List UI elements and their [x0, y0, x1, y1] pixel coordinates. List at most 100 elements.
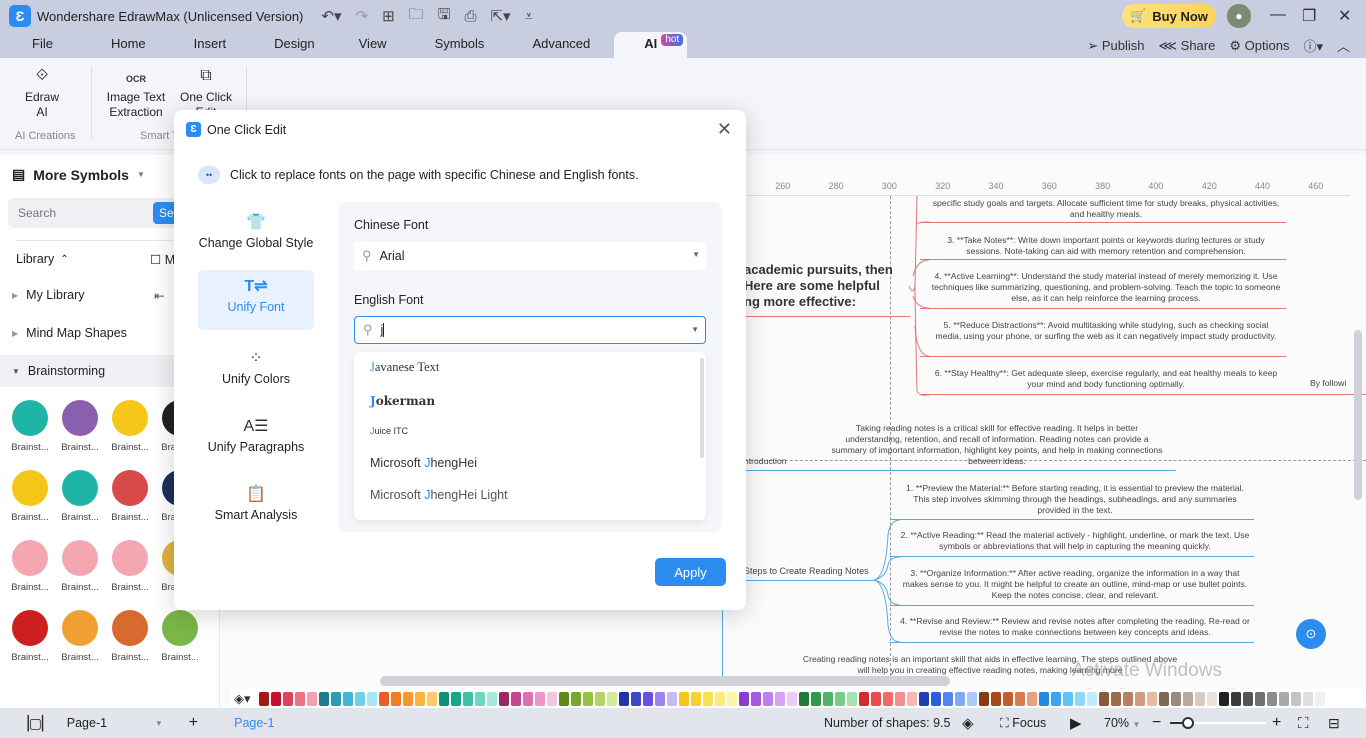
- color-swatch[interactable]: [1050, 692, 1061, 706]
- menu-advanced[interactable]: Advanced: [530, 32, 592, 58]
- zoom-in-button[interactable]: +: [1272, 714, 1281, 732]
- color-swatch[interactable]: [438, 692, 449, 706]
- color-swatch[interactable]: [1110, 692, 1121, 706]
- color-swatch[interactable]: [942, 692, 953, 706]
- color-swatch[interactable]: [834, 692, 845, 706]
- color-swatch[interactable]: [1170, 692, 1181, 706]
- symbol-search-input[interactable]: [8, 198, 148, 228]
- fit-width-icon[interactable]: ⊟: [1328, 715, 1340, 732]
- zoom-select[interactable]: 70% ▼: [1104, 716, 1140, 730]
- page-panel-toggle-icon[interactable]: ▕▢▏: [18, 715, 53, 732]
- color-swatch[interactable]: [774, 692, 785, 706]
- symbol-item[interactable]: Brainst...: [5, 470, 55, 523]
- color-swatch[interactable]: [546, 692, 557, 706]
- color-swatch[interactable]: [1182, 692, 1193, 706]
- menu-design[interactable]: Design: [272, 32, 316, 58]
- color-swatch[interactable]: [1206, 692, 1217, 706]
- color-swatch[interactable]: [474, 692, 485, 706]
- color-swatch[interactable]: [258, 692, 269, 706]
- color-swatch[interactable]: [1278, 692, 1289, 706]
- color-swatch[interactable]: [498, 692, 509, 706]
- color-swatch[interactable]: [390, 692, 401, 706]
- steps-label-node[interactable]: Steps to Create Reading Notes: [744, 566, 869, 577]
- color-swatch[interactable]: [426, 692, 437, 706]
- menu-view[interactable]: View: [357, 32, 389, 58]
- mindmap-node-partial[interactable]: By followi: [1310, 378, 1346, 389]
- font-option[interactable]: Javanese Text: [370, 360, 439, 375]
- mindmap-node[interactable]: 1. **Preview the Material:** Before star…: [900, 483, 1250, 516]
- color-swatch[interactable]: [282, 692, 293, 706]
- nav-unify-font[interactable]: T⇌ Unify Font: [198, 270, 314, 330]
- color-swatch[interactable]: [714, 692, 725, 706]
- mindmap-node[interactable]: 4. **Active Learning**: Understand the s…: [930, 271, 1282, 304]
- font-option[interactable]: Microsoft JhengHei Light: [370, 488, 508, 502]
- help-icon[interactable]: ⓘ▾: [1303, 36, 1323, 55]
- new-icon[interactable]: ⊞: [382, 7, 395, 25]
- font-option[interactable]: Jokerman: [370, 394, 435, 408]
- color-swatch[interactable]: [558, 692, 569, 706]
- central-topic[interactable]: academic pursuits, then Here are some hel…: [744, 262, 894, 310]
- page-tab[interactable]: Page-1: [234, 716, 274, 730]
- mindmap-node[interactable]: specific study goals and targets. Alloca…: [930, 198, 1282, 220]
- color-swatch[interactable]: [1242, 692, 1253, 706]
- color-swatch[interactable]: [786, 692, 797, 706]
- mindmap-node[interactable]: 4. **Revise and Review:** Review and rev…: [900, 616, 1250, 638]
- color-swatch[interactable]: [582, 692, 593, 706]
- mindmap-node[interactable]: 3. **Organize Information:** After activ…: [900, 568, 1250, 601]
- color-swatch[interactable]: [1302, 692, 1313, 706]
- color-swatch[interactable]: [534, 692, 545, 706]
- color-swatch[interactable]: [930, 692, 941, 706]
- menu-symbols[interactable]: Symbols: [433, 32, 487, 58]
- color-swatch[interactable]: [402, 692, 413, 706]
- color-swatch[interactable]: [822, 692, 833, 706]
- color-swatch[interactable]: [738, 692, 749, 706]
- color-swatch[interactable]: [618, 692, 629, 706]
- color-swatch[interactable]: [954, 692, 965, 706]
- symbol-item[interactable]: Brainst...: [55, 470, 105, 523]
- color-swatch[interactable]: [294, 692, 305, 706]
- color-swatch[interactable]: [378, 692, 389, 706]
- color-swatch[interactable]: [1002, 692, 1013, 706]
- close-icon[interactable]: ✕: [717, 119, 732, 140]
- more-icon[interactable]: ⩡: [525, 8, 533, 25]
- options-button[interactable]: ⚙ Options: [1229, 38, 1289, 54]
- color-swatch[interactable]: [1158, 692, 1169, 706]
- intro-label-node[interactable]: ntroduction: [744, 456, 787, 467]
- nav-unify-paragraphs[interactable]: A☰ Unify Paragraphs: [198, 410, 314, 470]
- play-icon[interactable]: ▶: [1070, 714, 1082, 732]
- menu-file[interactable]: File: [30, 32, 55, 58]
- color-swatch[interactable]: [318, 692, 329, 706]
- print-icon[interactable]: ⎙: [464, 8, 476, 25]
- font-option[interactable]: Microsoft JhengHei: [370, 456, 477, 470]
- color-swatch[interactable]: [366, 692, 377, 706]
- menu-ai[interactable]: AI hot: [614, 32, 688, 58]
- color-swatch[interactable]: [870, 692, 881, 706]
- nav-change-global-style[interactable]: 👕 Change Global Style: [198, 206, 314, 266]
- color-swatch[interactable]: [1290, 692, 1301, 706]
- symbol-item[interactable]: Brainst...: [105, 540, 155, 593]
- color-swatch[interactable]: [702, 692, 713, 706]
- color-swatch[interactable]: [846, 692, 857, 706]
- color-swatch[interactable]: [1074, 692, 1085, 706]
- symbol-item[interactable]: Brainst...: [105, 470, 155, 523]
- english-font-select[interactable]: ⚲ j ▼: [354, 316, 706, 344]
- menu-home[interactable]: Home: [109, 32, 148, 58]
- color-swatch[interactable]: [414, 692, 425, 706]
- color-swatch[interactable]: [1254, 692, 1265, 706]
- zoom-slider[interactable]: [1170, 717, 1266, 729]
- image-text-extraction-button[interactable]: OCR Image Text Extraction: [104, 68, 168, 120]
- color-swatch[interactable]: [894, 692, 905, 706]
- color-swatch[interactable]: [690, 692, 701, 706]
- mindmap-node[interactable]: 6. **Stay Healthy**: Get adequate sleep,…: [930, 368, 1282, 390]
- color-swatch[interactable]: [306, 692, 317, 706]
- color-swatch[interactable]: [330, 692, 341, 706]
- more-symbols-button[interactable]: ▤ More Symbols ▼: [12, 166, 145, 183]
- vertical-scrollbar[interactable]: [1354, 330, 1362, 500]
- mindmap-node[interactable]: 2. **Active Reading:** Read the material…: [900, 530, 1250, 552]
- intro-text-node[interactable]: Taking reading notes is a critical skill…: [830, 423, 1164, 467]
- edraw-ai-button[interactable]: ⟐ Edraw AI: [22, 68, 62, 120]
- color-swatch[interactable]: [906, 692, 917, 706]
- color-swatch[interactable]: [1230, 692, 1241, 706]
- color-swatch[interactable]: [522, 692, 533, 706]
- color-swatch[interactable]: [978, 692, 989, 706]
